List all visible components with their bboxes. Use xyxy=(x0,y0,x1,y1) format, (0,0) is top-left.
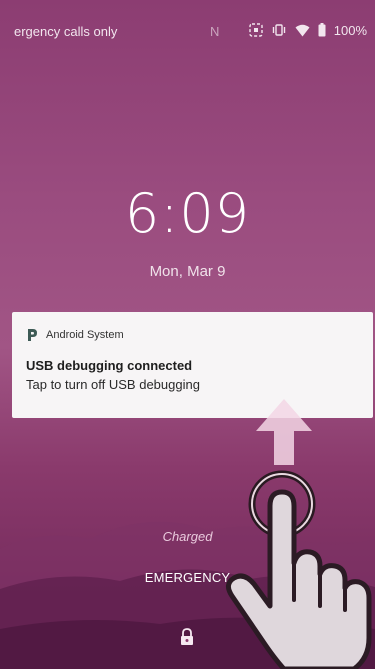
nfc-icon xyxy=(249,23,263,37)
lock-screen: ergency calls only N 100% 6:09 Mon, Mar … xyxy=(0,0,375,669)
status-bar: ergency calls only N 100% xyxy=(0,0,375,60)
vibrate-icon xyxy=(271,23,287,37)
lock-icon xyxy=(179,628,195,651)
notification-letter: N xyxy=(210,24,220,39)
hand-pointer-icon xyxy=(214,468,374,669)
battery-percent: 100% xyxy=(333,22,367,38)
notification-app-name: Android System xyxy=(46,329,124,341)
notification-header: Android System xyxy=(26,326,359,344)
clock-time: 6:09 xyxy=(124,182,251,245)
notification-body: Tap to turn off USB debugging xyxy=(26,377,200,392)
arrow-up-icon xyxy=(254,397,314,472)
wifi-icon xyxy=(295,24,310,37)
android-system-app-icon xyxy=(26,328,38,342)
usb-debugging-notification[interactable]: Android System USB debugging connected T… xyxy=(12,312,373,418)
carrier-label: ergency calls only xyxy=(14,24,118,39)
status-icons: 100% xyxy=(249,20,367,40)
battery-icon xyxy=(318,23,326,37)
clock-date: Mon, Mar 9 xyxy=(149,263,226,280)
notification-title: USB debugging connected xyxy=(26,358,193,373)
